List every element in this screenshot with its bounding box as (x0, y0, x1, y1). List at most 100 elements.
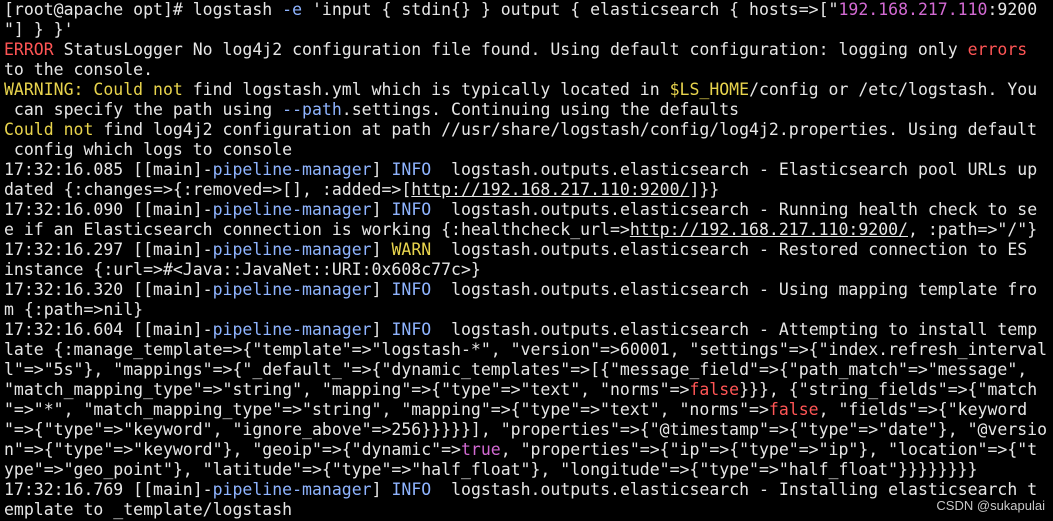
terminal-text: 17:32:16.085 [[main]- (4, 160, 213, 179)
terminal-line: to the console. (4, 60, 1053, 80)
terminal-text: 17:32:16.604 [[main]- (4, 320, 213, 339)
terminal-text: 'input { stdin{} } output { elasticsearc… (302, 0, 839, 19)
terminal-text: .settings. Continuing using the defaults (341, 100, 740, 119)
terminal-text: "match_mapping_type"=>"string", "mapping… (4, 380, 690, 399)
terminal-line: instance {:url=>#<Java::JavaNet::URI:0x6… (4, 260, 1053, 280)
terminal-text: 17:32:16.769 [[main]- (4, 480, 213, 499)
terminal-text: ] (371, 160, 392, 179)
terminal-text: "=>{"type"=>"keyword", "ignore_above"=>2… (4, 420, 1048, 439)
terminal-text: logstash.outputs.elasticsearch - Running… (431, 200, 1038, 219)
terminal-text: ] (371, 320, 392, 339)
terminal-text: Could not (4, 120, 94, 139)
terminal-text: ] (371, 480, 392, 499)
terminal-text: m {:path=>nil} (4, 300, 144, 319)
terminal-text: "] } }' (4, 20, 74, 39)
terminal-line: 17:32:16.604 [[main]-pipeline-manager] I… (4, 320, 1053, 340)
terminal-text: pipeline-manager (212, 280, 372, 299)
url-link[interactable]: http://192.168.217.110:9200/ (411, 180, 689, 199)
terminal-text: logstash.outputs.elasticsearch - Install… (431, 480, 1038, 499)
terminal-text: ] (371, 240, 392, 259)
terminal-line: Could not find log4j2 configuration at p… (4, 120, 1053, 140)
terminal-text: l"=>"5s"}, "mappings"=>{"_default_"=>{"d… (4, 360, 1028, 379)
terminal-line: e if an Elasticsearch connection is work… (4, 220, 1053, 240)
terminal-text: WARNING: Could not (4, 80, 183, 99)
terminal-line: 17:32:16.769 [[main]-pipeline-manager] I… (4, 480, 1053, 500)
terminal-line: config which logs to console (4, 140, 1053, 160)
terminal-text: logstash.outputs.elasticsearch - Restore… (431, 240, 1028, 259)
terminal-text: 17:32:16.297 [[main]- (4, 240, 213, 259)
terminal-line: emplate to _template/logstash (4, 500, 1053, 520)
terminal-text: true (460, 440, 501, 459)
terminal-text: $LS_HOME (669, 80, 750, 99)
terminal-text: INFO (391, 200, 432, 219)
terminal-text: , :path=>"/"} (908, 220, 1038, 239)
terminal-line: 17:32:16.320 [[main]-pipeline-manager] I… (4, 280, 1053, 300)
url-link[interactable]: http://192.168.217.110:9200/ (630, 220, 908, 239)
terminal-line: 17:32:16.090 [[main]-pipeline-manager] I… (4, 200, 1053, 220)
terminal-line: late {:manage_template=>{"template"=>"lo… (4, 340, 1053, 360)
terminal-text: INFO (391, 480, 432, 499)
terminal-line: n"=>{"type"=>"keyword"}, "geoip"=>{"dyna… (4, 440, 1053, 460)
terminal-text: logstash.outputs.elasticsearch - Elastic… (431, 160, 1038, 179)
terminal-text: ype"=>"geo_point"}, "latitude"=>{"type"=… (4, 460, 978, 479)
terminal-text: -e (282, 0, 303, 19)
terminal-text: WARN (391, 240, 432, 259)
terminal-text: false (689, 380, 740, 399)
terminal-line: "match_mapping_type"=>"string", "mapping… (4, 380, 1053, 400)
terminal-line: l"=>"5s"}, "mappings"=>{"_default_"=>{"d… (4, 360, 1053, 380)
terminal-line: ype"=>"geo_point"}, "latitude"=>{"type"=… (4, 460, 1053, 480)
terminal-text: }}}, {"string_fields"=>{"match (739, 380, 1038, 399)
terminal-text: [root@apache opt]# logstash (4, 0, 283, 19)
terminal-text: can specify the path using (4, 100, 283, 119)
terminal-text: pipeline-manager (212, 320, 372, 339)
terminal-text: n"=>{"type"=>"keyword"}, "geoip"=>{"dyna… (4, 440, 461, 459)
terminal-text: find logstash.yml which is typically loc… (182, 80, 670, 99)
terminal-text: 17:32:16.320 [[main]- (4, 280, 213, 299)
terminal-line: m {:path=>nil} (4, 300, 1053, 320)
terminal-text: config which logs to console (4, 140, 293, 159)
terminal-text: "=>"*", "match_mapping_type"=>"string", … (4, 400, 769, 419)
terminal-line: 17:32:16.085 [[main]-pipeline-manager] I… (4, 160, 1053, 180)
terminal-line: ERROR StatusLogger No log4j2 configurati… (4, 40, 1053, 60)
terminal-text: errors (967, 40, 1028, 59)
terminal-line: "] } }' (4, 20, 1053, 40)
terminal-text: logstash.outputs.elasticsearch - Attempt… (431, 320, 1038, 339)
terminal-text: ]}} (689, 180, 720, 199)
terminal-text: INFO (391, 320, 432, 339)
terminal-text: pipeline-manager (212, 200, 372, 219)
terminal-text: instance {:url=>#<Java::JavaNet::URI:0x6… (4, 260, 481, 279)
terminal-line: [root@apache opt]# logstash -e 'input { … (4, 0, 1053, 20)
watermark: CSDN @sukapulai (936, 498, 1045, 513)
terminal-text: late {:manage_template=>{"template"=>"lo… (4, 340, 1048, 359)
terminal-text: :9200 (987, 0, 1038, 19)
terminal-text: /config or /etc/logstash. You (749, 80, 1038, 99)
terminal-line: WARNING: Could not find logstash.yml whi… (4, 80, 1053, 100)
terminal-text: e if an Elasticsearch connection is work… (4, 220, 630, 239)
terminal-text: 192.168.217.110 (838, 0, 988, 19)
terminal-text: false (768, 400, 819, 419)
terminal-text: ERROR (4, 40, 54, 59)
terminal-line: can specify the path using --path.settin… (4, 100, 1053, 120)
terminal-text: INFO (391, 160, 432, 179)
terminal-line: dated {:changes=>{:removed=>[], :added=>… (4, 180, 1053, 200)
terminal-text: logstash.outputs.elasticsearch - Using m… (431, 280, 1038, 299)
terminal-text: 17:32:16.090 [[main]- (4, 200, 213, 219)
terminal-text: pipeline-manager (212, 240, 372, 259)
terminal-text: pipeline-manager (212, 160, 372, 179)
terminal-text: ] (371, 200, 392, 219)
terminal-text: StatusLogger No log4j2 configuration fil… (53, 40, 968, 59)
terminal-text: , "properties"=>{"ip"=>{"type"=>"ip"}, "… (500, 440, 1038, 459)
terminal-text: pipeline-manager (212, 480, 372, 499)
terminal-text: dated {:changes=>{:removed=>[], :added=>… (4, 180, 412, 199)
terminal-output[interactable]: [root@apache opt]# logstash -e 'input { … (4, 0, 1053, 521)
terminal-text: emplate to _template/logstash (4, 500, 293, 519)
terminal-line: 17:32:16.297 [[main]-pipeline-manager] W… (4, 240, 1053, 260)
terminal-text: --path (282, 100, 342, 119)
terminal-text: INFO (391, 280, 432, 299)
terminal-text: to the console. (4, 60, 154, 79)
terminal-text: , "fields"=>{"keyword (818, 400, 1028, 419)
terminal-line: "=>"*", "match_mapping_type"=>"string", … (4, 400, 1053, 420)
terminal-line: "=>{"type"=>"keyword", "ignore_above"=>2… (4, 420, 1053, 440)
terminal-text: find log4j2 configuration at path //usr/… (93, 120, 1038, 139)
terminal-text: ] (371, 280, 392, 299)
